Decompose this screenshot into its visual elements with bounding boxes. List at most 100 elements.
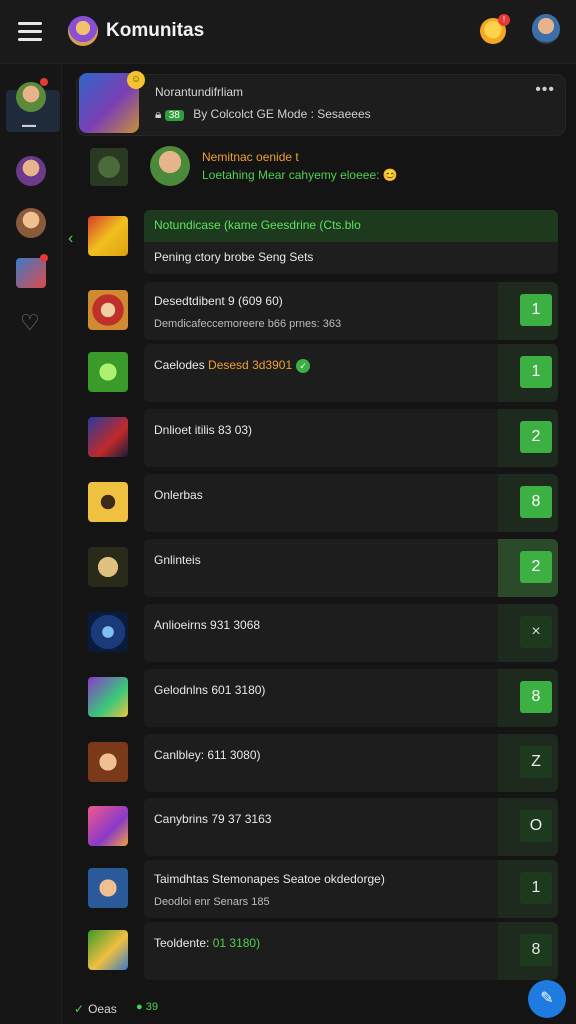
notice-avatar [150,146,190,186]
game-icon [88,868,128,908]
row-title: Canybrins 79 37 3163 [154,812,272,826]
header-subtitle: 🔒︎ 38 By Colcolct GE Mode : Sesaeees [155,107,371,122]
rank-button[interactable]: 8 [520,486,552,518]
rank-button[interactable]: O [520,810,552,842]
rank-button[interactable]: 1 [520,872,552,904]
chevron-left-icon[interactable]: ‹ [68,230,73,248]
rank-cell: 1 [498,860,558,918]
member-chip: 38 [164,110,184,121]
user-avatar[interactable] [532,14,560,44]
smile-icon: ☺ [127,71,145,89]
highlight-game-icon [88,216,128,256]
row-title: Desedtdibent 9 (609 60) [154,294,283,308]
page-title: Komunitas [106,20,205,41]
footer-status: ✓ Oeas [74,1002,117,1016]
row-title: Teoldente: 01 3180) [154,936,260,950]
game-icon [88,417,128,457]
rank-button[interactable]: 1 [520,356,552,388]
row-title-accent: Desesd 3d3901 [208,358,293,372]
sidebar: ▬▬ ♡ [0,64,62,1024]
row-title: Gelodnlns 601 3180) [154,683,266,697]
row-subtitle: Demdicafeccemoreere b66 prnes: 363 [154,318,342,330]
footer-status-text: Oeas [88,1002,117,1016]
notice-line-1: Nemitnac oenide t [202,150,299,164]
game-icon [88,290,128,330]
game-icon [88,352,128,392]
rank-cell: Z [498,734,558,792]
row-title-accent: 01 3180) [212,936,261,950]
row-title: Caelodes Desesd 3d3901 ✓ [154,358,311,373]
list-item[interactable]: Teoldente: 01 3180) 8 [88,922,558,980]
more-options-icon[interactable]: ••• [535,81,555,99]
highlight-card[interactable]: Notundicase (kame Geesdrine (Cts.blo Pen… [144,210,558,274]
sidebar-item-label: ▬▬ [22,122,36,129]
rank-cell: 2 [498,409,558,467]
game-icon [88,482,128,522]
list-item[interactable]: Desedtdibent 9 (609 60) Demdicafeccemore… [88,282,558,340]
row-title: Anlioeirns 931 3068 [154,618,261,632]
game-icon [88,742,128,782]
game-icon [88,677,128,717]
list-item[interactable]: Taimdhtas Stemonapes Seatoe okdedorge) D… [88,860,558,918]
row-title: Gnlinteis [154,553,201,567]
sidebar-community-avatar-4[interactable] [16,258,46,288]
check-icon: ✓ [74,1002,85,1016]
list-item[interactable]: Caelodes Desesd 3d3901 ✓ 1 [88,344,558,402]
row-title: Onlerbas [154,488,203,502]
list-item[interactable]: Canybrins 79 37 3163 O [88,798,558,856]
rank-cell: 8 [498,474,558,532]
notification-badge: ! [498,14,510,26]
row-title-text: Caelodes [154,358,209,372]
rank-cell: 8 [498,922,558,980]
compose-icon[interactable]: ✎ [528,980,566,1018]
game-icon [88,612,128,652]
rank-cell: O [498,798,558,856]
close-icon[interactable]: × [520,616,552,648]
community-header-card[interactable]: ☺ Norantundifrliam 🔒︎ 38 By Colcolct GE … [76,71,566,136]
highlight-subtitle: Pening ctory brobe Seng Sets [154,250,314,264]
header-subtitle-text: By Colcolct GE Mode : Sesaeees [193,107,371,121]
sidebar-badge [40,254,48,262]
rank-cell: 8 [498,669,558,727]
rank-cell: × [498,604,558,662]
heart-icon[interactable]: ♡ [20,310,40,336]
online-dot-icon: ● [136,1001,143,1013]
sidebar-badge [40,78,48,86]
game-icon [88,930,128,970]
rank-cell: 1 [498,344,558,402]
header-title: Norantundifrliam [155,85,244,99]
highlight-title: Notundicase (kame Geesdrine (Cts.blo [144,210,558,242]
notice-row[interactable]: Nemitnac oenide t Loetahing Mear cahyemy… [80,144,560,192]
rank-button[interactable]: 1 [520,294,552,326]
rank-cell: 1 [498,282,558,340]
list-item[interactable]: Gelodnlns 601 3180) 8 [88,669,558,727]
footer-chip-text: 39 [145,1001,158,1013]
footer-chip: ● 39 [136,1001,158,1013]
top-bar: Komunitas ! [0,0,576,64]
main-content: ☺ Norantundifrliam 🔒︎ 38 By Colcolct GE … [68,64,570,1024]
list-item[interactable]: Onlerbas 8 [88,474,558,532]
list-item[interactable]: Anlioeirns 931 3068 × [88,604,558,662]
verified-icon: ✓ [296,358,311,373]
sidebar-community-avatar-1[interactable] [16,82,46,112]
sidebar-community-avatar-2[interactable] [16,156,46,186]
list-item[interactable]: Canlbley: 611 3080) Z [88,734,558,792]
row-title: Dnlioet itilis 83 03) [154,423,253,437]
hamburger-icon[interactable] [18,22,42,42]
app-logo [68,16,98,46]
row-title: Taimdhtas Stemonapes Seatoe okdedorge) [154,872,385,886]
list-item[interactable]: Dnlioet itilis 83 03) 2 [88,409,558,467]
rank-button[interactable]: 2 [520,551,552,583]
rank-button[interactable]: 8 [520,934,552,966]
notice-game-icon [90,148,128,186]
rank-button[interactable]: 2 [520,421,552,453]
row-subtitle: Deodloi enr Senars 185 [154,896,270,908]
lock-icon: 🔒︎ [155,107,162,121]
list-item[interactable]: Gnlinteis 2 [88,539,558,597]
sidebar-community-avatar-3[interactable] [16,208,46,238]
row-title-text: Teoldente: [154,936,213,950]
game-icon [88,547,128,587]
rank-button[interactable]: 8 [520,681,552,713]
rank-button[interactable]: Z [520,746,552,778]
row-title: Canlbley: 611 3080) [154,748,261,762]
